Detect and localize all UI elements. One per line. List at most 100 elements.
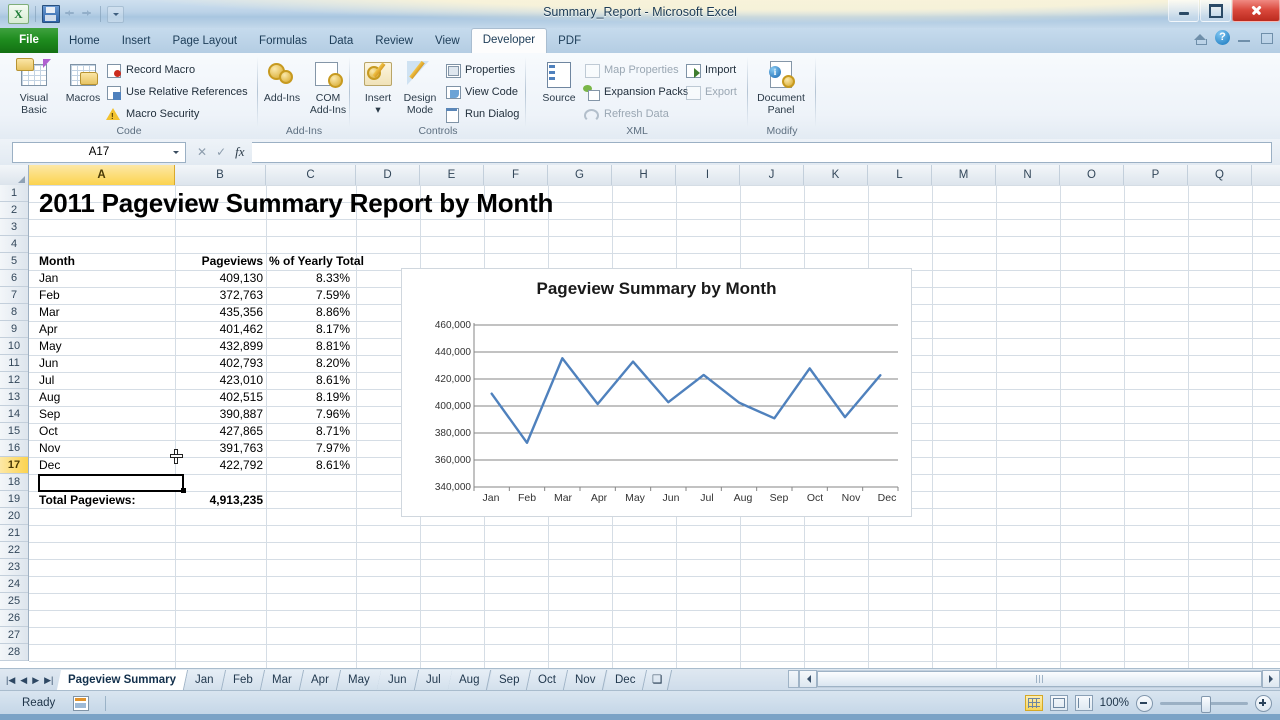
row-header-21[interactable]: 21 [0,525,28,542]
view-code-button[interactable]: View Code [444,81,518,102]
column-header-n[interactable]: N [996,165,1060,185]
row-header-17[interactable]: 17 [0,457,28,474]
column-header-l[interactable]: L [868,165,932,185]
sheet-tab-jan[interactable]: Jan [184,670,227,690]
row-header-11[interactable]: 11 [0,355,28,372]
column-header-q[interactable]: Q [1188,165,1252,185]
next-sheet-icon[interactable]: ▶ [32,675,39,686]
row-header-12[interactable]: 12 [0,372,28,389]
sheet-tab-jun[interactable]: Jun [377,670,419,690]
name-box[interactable]: A17 [12,141,186,163]
column-header-e[interactable]: E [420,165,484,185]
row-header-24[interactable]: 24 [0,576,28,593]
column-header-p[interactable]: P [1124,165,1188,185]
row-header-8[interactable]: 8 [0,304,28,321]
home-icon[interactable] [1193,30,1208,45]
row-header-19[interactable]: 19 [0,491,28,508]
row-header-1[interactable]: 1 [0,185,28,202]
column-header-o[interactable]: O [1060,165,1124,185]
zoom-slider-thumb[interactable] [1201,695,1211,713]
column-header-f[interactable]: F [484,165,548,185]
row-header-5[interactable]: 5 [0,253,28,270]
tab-data[interactable]: Data [318,30,364,53]
tab-view[interactable]: View [424,30,471,53]
row-header-14[interactable]: 14 [0,406,28,423]
sheet-tab-mar[interactable]: Mar [260,670,304,690]
minimize-ribbon-icon[interactable] [1237,30,1252,45]
column-header-c[interactable]: C [266,165,356,185]
run-dialog-button[interactable]: Run Dialog [444,103,519,124]
sheet-tab-apr[interactable]: Apr [299,670,341,690]
cell-area[interactable]: 2011 Pageview Summary Report by Month Mo… [29,185,1280,668]
row-header-18[interactable]: 18 [0,474,28,491]
tab-developer[interactable]: Developer [470,28,548,53]
chart-object[interactable]: Pageview Summary by Month 460,000 440,00… [401,268,912,517]
tab-review[interactable]: Review [364,30,424,53]
row-header-22[interactable]: 22 [0,542,28,559]
row-header-9[interactable]: 9 [0,321,28,338]
column-header-b[interactable]: B [175,165,266,185]
row-header-20[interactable]: 20 [0,508,28,525]
sheet-tab-aug[interactable]: Aug [448,670,493,690]
xml-source-button[interactable]: Source [531,58,587,104]
column-header-d[interactable]: D [356,165,420,185]
sheet-tab-sep[interactable]: Sep [487,670,532,690]
sheet-tab-may[interactable]: May [336,670,382,690]
scroll-track[interactable] [817,670,1262,688]
prev-sheet-icon[interactable]: ◀ [20,675,27,686]
expansion-packs-button[interactable]: Expansion Packs [583,81,688,102]
select-all-button[interactable] [0,165,29,185]
properties-button[interactable]: Properties [444,59,515,80]
row-header-7[interactable]: 7 [0,287,28,304]
sheet-tab-nov[interactable]: Nov [564,670,608,690]
zoom-in-icon[interactable] [1255,694,1272,712]
row-header-13[interactable]: 13 [0,389,28,406]
record-macro-status-icon[interactable] [73,695,90,711]
sheet-tab-pageview-summary[interactable]: Pageview Summary [57,670,189,690]
restore-window-icon[interactable] [1259,30,1274,45]
formula-input[interactable] [251,141,1272,163]
use-relative-references-button[interactable]: Use Relative References [105,81,248,102]
macro-security-button[interactable]: Macro Security [105,103,199,124]
row-header-23[interactable]: 23 [0,559,28,576]
enter-icon[interactable]: ✓ [216,145,226,159]
scroll-right-icon[interactable] [1262,670,1280,688]
zoom-slider[interactable] [1160,695,1248,713]
record-macro-button[interactable]: Record Macro [105,59,195,80]
page-layout-view-button[interactable] [1049,695,1068,711]
split-handle[interactable] [788,670,799,688]
visual-basic-button[interactable]: Visual Basic [6,58,62,116]
row-header-26[interactable]: 26 [0,610,28,627]
horizontal-scrollbar[interactable] [788,668,1280,690]
zoom-out-icon[interactable] [1136,694,1153,712]
import-button[interactable]: Import [684,59,736,80]
scroll-thumb[interactable] [817,671,1262,687]
row-header-25[interactable]: 25 [0,593,28,610]
column-header-j[interactable]: J [740,165,804,185]
insert-function-icon[interactable]: fx [235,144,244,160]
cancel-icon[interactable]: ✕ [197,145,207,159]
insert-worksheet-icon[interactable]: ❏ [643,670,673,690]
tab-home[interactable]: Home [58,30,111,53]
row-header-3[interactable]: 3 [0,219,28,236]
com-add-ins-button[interactable]: COM Add-Ins [300,58,356,116]
row-header-15[interactable]: 15 [0,423,28,440]
row-header-4[interactable]: 4 [0,236,28,253]
column-header-a[interactable]: A [29,165,175,185]
column-header-i[interactable]: I [676,165,740,185]
row-header-16[interactable]: 16 [0,440,28,457]
column-header-m[interactable]: M [932,165,996,185]
row-header-28[interactable]: 28 [0,644,28,661]
maximize-button[interactable] [1200,0,1231,22]
normal-view-button[interactable] [1024,695,1043,711]
page-break-preview-button[interactable] [1074,695,1093,711]
first-sheet-icon[interactable]: |◀ [6,675,15,686]
column-header-g[interactable]: G [548,165,612,185]
tab-insert[interactable]: Insert [111,30,162,53]
row-header-2[interactable]: 2 [0,202,28,219]
sheet-tab-dec[interactable]: Dec [603,670,648,690]
column-header-k[interactable]: K [804,165,868,185]
tab-page-layout[interactable]: Page Layout [161,30,248,53]
document-panel-button[interactable]: i Document Panel [753,58,809,116]
tab-file[interactable]: File [0,28,58,53]
